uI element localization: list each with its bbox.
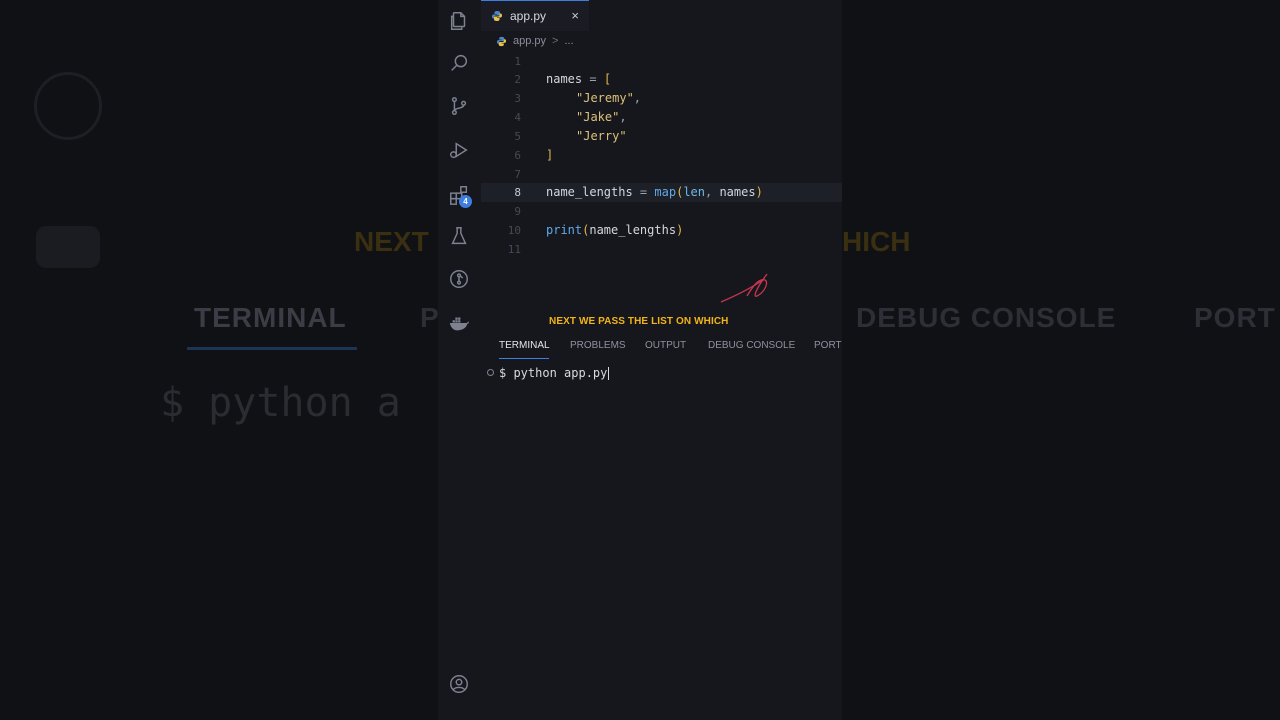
code-token: "Jake": [576, 110, 620, 124]
breadcrumb-more[interactable]: ...: [564, 35, 573, 47]
extensions-badge: 4: [459, 195, 472, 208]
run-debug-icon[interactable]: [446, 137, 472, 163]
background-right: HICH DEBUG CONSOLE PORT: [842, 0, 1280, 720]
line-number: 5: [514, 130, 521, 143]
tab-app-py[interactable]: app.py ×: [481, 0, 589, 31]
line-number: 10: [507, 224, 521, 237]
code-line: 11: [481, 240, 842, 259]
bg-caption-left: NEXT: [354, 226, 429, 257]
code-line: 2 names = [: [481, 70, 842, 89]
explorer-icon[interactable]: [446, 8, 472, 34]
close-icon[interactable]: ×: [571, 8, 579, 23]
code-token: ): [676, 223, 684, 237]
code-line: 9: [481, 202, 842, 221]
code-line: 3 "Jeremy",: [481, 89, 842, 108]
code-line: 6 ]: [481, 146, 842, 165]
active-tab-indicator: [499, 358, 549, 359]
breadcrumb-file[interactable]: app.py: [513, 35, 546, 47]
activity-bar: 4: [438, 0, 481, 720]
code-line: 4 "Jake",: [481, 108, 842, 127]
code-line: 10 print(name_lengths): [481, 221, 842, 240]
terminal-cursor: [608, 367, 610, 380]
code-token: ,: [633, 91, 642, 105]
git-graph-icon[interactable]: [446, 266, 472, 292]
line-number: 9: [514, 205, 521, 218]
code-token: len: [683, 185, 705, 199]
tab-debug-console[interactable]: DEBUG CONSOLE: [708, 340, 795, 351]
docker-icon[interactable]: [446, 310, 472, 336]
code-token: print: [546, 223, 583, 237]
tab-label: app.py: [510, 9, 547, 23]
bg-tab-underline: [187, 347, 357, 350]
code-line: 5 "Jerry": [481, 127, 842, 146]
breadcrumb: app.py > ...: [496, 33, 574, 49]
line-number: 8: [514, 186, 521, 199]
account-icon[interactable]: [446, 671, 472, 697]
background-left: NEXT TERMINAL P $ python a: [0, 0, 438, 720]
terminal[interactable]: $ python app.py: [481, 364, 842, 384]
line-number: 7: [514, 168, 521, 181]
bg-caption-right: HICH: [842, 226, 911, 257]
code-token: names: [546, 72, 583, 86]
code-token: =: [582, 72, 604, 86]
code-token: [: [603, 72, 612, 86]
code-editor[interactable]: 1 2 names = [ 3 "Jeremy", 4 "Jake", 5 "J…: [481, 52, 842, 307]
line-number: 2: [514, 73, 521, 86]
python-file-icon: [492, 11, 502, 21]
pen-annotation: [720, 273, 768, 303]
breadcrumb-separator: >: [552, 35, 559, 47]
terminal-command: $ python app.py: [499, 366, 608, 380]
tab-problems[interactable]: PROBLEMS: [570, 340, 626, 351]
editor-tabbar: app.py ×: [481, 0, 842, 31]
search-icon[interactable]: [446, 50, 472, 76]
code-token: name_lengths: [546, 185, 633, 199]
code-token: map: [654, 185, 677, 199]
code-token: ]: [546, 148, 554, 162]
bg-tab-partial: P: [420, 302, 438, 333]
bg-terminal-text: $ python a: [160, 380, 401, 426]
source-control-icon[interactable]: [446, 93, 472, 119]
code-token: ): [755, 185, 763, 199]
tab-output[interactable]: OUTPUT: [645, 340, 686, 351]
code-line-current: 8 name_lengths = map(len, names): [481, 183, 842, 202]
code-token: ,: [705, 185, 720, 199]
vscode-window: 4 app.py × app.py > ... 1 2 names = [3 …: [438, 0, 842, 720]
line-number: 6: [514, 149, 521, 162]
tab-terminal[interactable]: TERMINAL: [499, 340, 550, 351]
line-number: 3: [514, 92, 521, 105]
terminal-status-icon: [487, 369, 494, 376]
panel-tabs: TERMINAL PROBLEMS OUTPUT DEBUG CONSOLE P…: [481, 336, 842, 359]
python-file-icon: [496, 36, 507, 46]
bg-docker-icon: [36, 226, 100, 268]
code-token: "Jeremy": [576, 91, 634, 105]
line-number: 4: [514, 111, 521, 124]
tab-ports[interactable]: PORT: [814, 340, 842, 351]
code-token: ,: [619, 110, 627, 124]
bg-source-control-icon: [34, 72, 102, 140]
code-token: name_lengths: [589, 223, 677, 237]
bg-tab-debug-console: DEBUG CONSOLE: [856, 302, 1117, 333]
code-token: "Jerry": [576, 129, 627, 143]
code-line: 7: [481, 165, 842, 184]
line-number: 1: [514, 55, 521, 68]
bg-tab-terminal: TERMINAL: [194, 302, 347, 333]
testing-icon[interactable]: [446, 223, 472, 249]
line-number: 11: [507, 243, 521, 256]
code-token: =: [632, 185, 655, 199]
bg-tab-port: PORT: [1194, 302, 1276, 333]
code-line: 1: [481, 52, 842, 71]
code-token: names: [719, 185, 756, 199]
video-caption: NEXT WE PASS THE LIST ON WHICH: [549, 316, 729, 327]
